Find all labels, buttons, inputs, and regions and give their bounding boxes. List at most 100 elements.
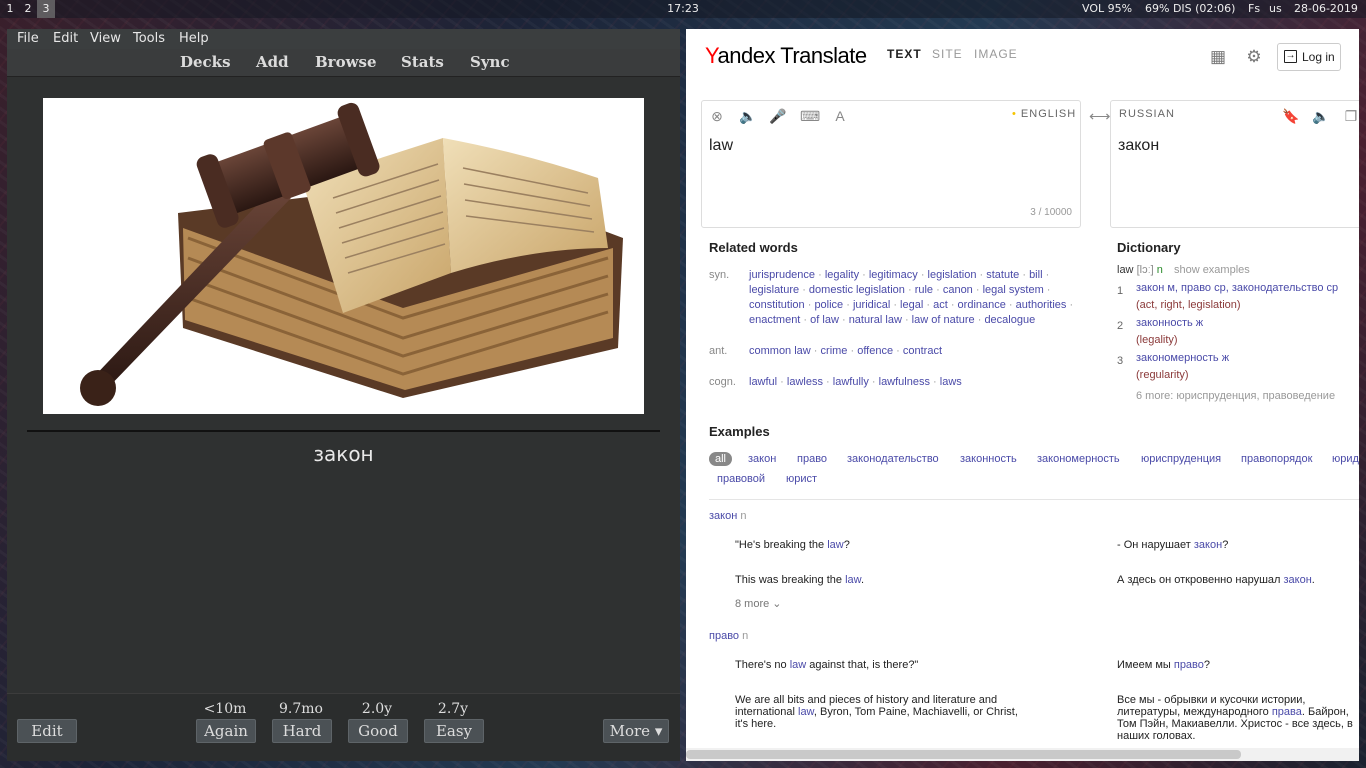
gear-icon[interactable]: ⚙: [1245, 48, 1263, 66]
speaker-icon[interactable]: 🔈: [739, 107, 757, 125]
menu-tools[interactable]: Tools: [133, 31, 165, 46]
easy-button[interactable]: Easy: [424, 719, 484, 743]
copy-icon[interactable]: ❐: [1342, 107, 1359, 125]
example-tab[interactable]: правопорядок: [1241, 453, 1312, 465]
microphone-icon[interactable]: 🎤: [769, 107, 787, 125]
synonym-link[interactable]: juridical: [853, 299, 890, 311]
tab-image[interactable]: IMAGE: [974, 47, 1018, 61]
example-en: "He's breaking the law?: [735, 539, 1025, 551]
target-language[interactable]: RUSSIAN: [1119, 108, 1175, 120]
cognate-link[interactable]: lawfully: [833, 376, 869, 388]
antonym-link[interactable]: contract: [903, 345, 942, 357]
login-button[interactable]: → Log in: [1277, 43, 1341, 71]
spellcheck-icon[interactable]: A: [831, 107, 849, 125]
source-language-label: ENGLISH: [1020, 108, 1077, 120]
cognate-link[interactable]: lawfulness: [879, 376, 930, 388]
dict-more-link[interactable]: 6 more: юриспруденция, правоведение: [1136, 388, 1335, 405]
example-group-word[interactable]: закон n: [709, 510, 746, 522]
synonym-link[interactable]: rule: [915, 284, 933, 296]
dict-num-1: 1: [1117, 285, 1124, 297]
synonym-link[interactable]: enactment: [749, 314, 800, 326]
tab-text[interactable]: TEXT: [887, 47, 922, 61]
synonym-link[interactable]: legal system: [983, 284, 1044, 296]
keyboard-icon[interactable]: ⌨: [800, 107, 820, 125]
example-tab[interactable]: юрист: [786, 473, 817, 485]
antonym-link[interactable]: crime: [821, 345, 848, 357]
hard-button[interactable]: Hard: [272, 719, 332, 743]
example-tab-all[interactable]: all: [709, 452, 733, 466]
example-tab[interactable]: закон: [748, 453, 776, 465]
dict-entry-1-translation[interactable]: закон м, право ср, законодательство ср: [1136, 280, 1338, 297]
example-tab[interactable]: правовой: [717, 473, 765, 485]
synonym-link[interactable]: natural law: [849, 314, 902, 326]
swap-languages-icon[interactable]: ⟷: [1089, 107, 1111, 125]
synonym-link[interactable]: legislature: [749, 284, 799, 296]
example-tab[interactable]: юриспруденция: [1141, 453, 1221, 465]
synonym-link[interactable]: canon: [943, 284, 973, 296]
target-speaker-icon[interactable]: 🔈: [1312, 107, 1330, 125]
scrollbar-thumb[interactable]: [686, 750, 1241, 759]
cognate-link[interactable]: lawless: [787, 376, 823, 388]
show-examples-link[interactable]: show examples: [1174, 264, 1250, 276]
stats-link[interactable]: Stats: [401, 53, 444, 71]
synonym-link[interactable]: constitution: [749, 299, 805, 311]
layout-indicator: Fs: [1248, 2, 1261, 15]
example-tab[interactable]: законность: [960, 453, 1017, 465]
browse-link[interactable]: Browse: [315, 53, 377, 71]
bookmark-icon[interactable]: 🔖: [1282, 107, 1300, 125]
collections-icon[interactable]: ▦: [1209, 48, 1227, 66]
source-text-input[interactable]: law: [709, 137, 733, 155]
synonym-link[interactable]: domestic legislation: [809, 284, 905, 296]
add-link[interactable]: Add: [256, 53, 289, 71]
clear-icon[interactable]: ⊗: [708, 107, 726, 125]
dict-entry-3-translation[interactable]: закономерность ж: [1136, 350, 1229, 367]
example-group-word[interactable]: право n: [709, 630, 748, 642]
logo-letter: Y: [705, 43, 718, 68]
synonym-link[interactable]: decalogue: [984, 314, 1035, 326]
menu-edit[interactable]: Edit: [53, 31, 78, 46]
synonym-link[interactable]: act: [933, 299, 948, 311]
synonym-link[interactable]: legitimacy: [869, 269, 918, 281]
synonym-link[interactable]: of law: [810, 314, 839, 326]
more-button[interactable]: More ▾: [603, 719, 669, 743]
menu-file[interactable]: File: [17, 31, 39, 46]
sync-link[interactable]: Sync: [470, 53, 510, 71]
dict-entry-2-translation[interactable]: законность ж: [1136, 315, 1203, 332]
example-tab[interactable]: законодательство: [847, 453, 939, 465]
synonym-link[interactable]: legal: [900, 299, 923, 311]
synonym-link[interactable]: law of nature: [912, 314, 975, 326]
example-en: There's no law against that, is there?": [735, 659, 1025, 671]
example-text: There's no: [735, 659, 790, 671]
headword: law: [1117, 264, 1134, 276]
synonym-link[interactable]: bill: [1029, 269, 1042, 281]
synonym-link[interactable]: ordinance: [958, 299, 1006, 311]
antonym-link[interactable]: common law: [749, 345, 811, 357]
horizontal-scrollbar[interactable]: [686, 748, 1359, 761]
good-button[interactable]: Good: [348, 719, 408, 743]
synonym-link[interactable]: jurisprudence: [749, 269, 815, 281]
yandex-logo[interactable]: Yandex Translate: [705, 43, 867, 69]
synonym-link[interactable]: legislation: [928, 269, 977, 281]
decks-link[interactable]: Decks: [180, 53, 231, 71]
cognate-link[interactable]: laws: [940, 376, 962, 388]
cognate-link[interactable]: lawful: [749, 376, 777, 388]
more-examples-link[interactable]: 8 more ⌄: [735, 597, 782, 610]
synonym-link[interactable]: statute: [986, 269, 1019, 281]
synonym-link[interactable]: police: [814, 299, 843, 311]
cogn-label: cogn.: [709, 376, 736, 388]
example-tab[interactable]: право: [797, 453, 827, 465]
synonym-link[interactable]: authorities: [1016, 299, 1067, 311]
antonym-link[interactable]: offence: [857, 345, 893, 357]
menu-help[interactable]: Help: [179, 31, 209, 46]
example-tab[interactable]: юрид: [1332, 453, 1359, 465]
again-button[interactable]: Again: [196, 719, 256, 743]
example-text: ?: [1203, 659, 1211, 671]
menu-view[interactable]: View: [90, 31, 121, 46]
tab-site[interactable]: SITE: [932, 47, 963, 61]
part-of-speech: n: [1156, 264, 1163, 276]
synonyms-list: jurisprudence · legality · legitimacy · …: [749, 269, 1074, 326]
example-tab[interactable]: закономерность: [1037, 453, 1120, 465]
source-language[interactable]: • ENGLISH: [1012, 108, 1076, 120]
edit-button[interactable]: Edit: [17, 719, 77, 743]
synonym-link[interactable]: legality: [825, 269, 859, 281]
